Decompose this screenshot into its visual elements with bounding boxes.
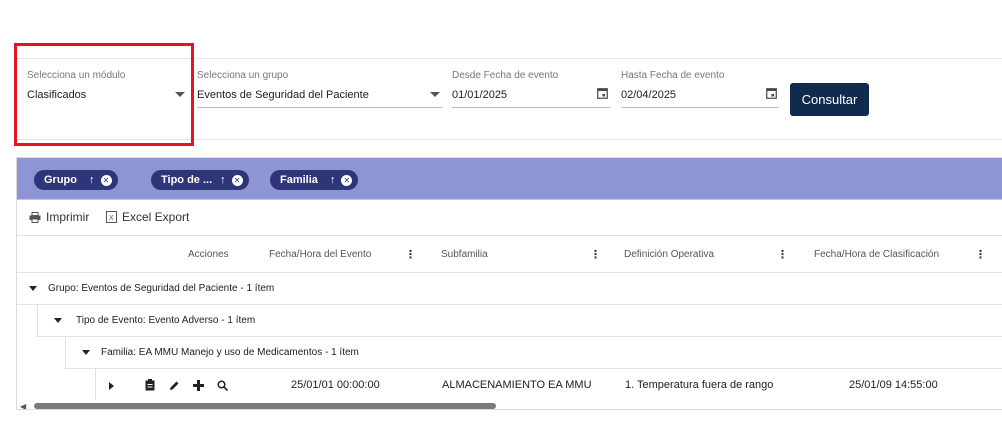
sort-up-icon[interactable]: ↑ <box>330 174 336 186</box>
group-row-level3[interactable]: Familia: EA MMU Manejo y uso de Medicame… <box>65 337 1002 369</box>
calendar-icon[interactable] <box>766 86 777 104</box>
clipboard-icon[interactable] <box>145 378 155 396</box>
group-row-level1[interactable]: Grupo: Eventos de Seguridad del Paciente… <box>17 273 1002 305</box>
chip-label: Grupo <box>44 174 77 186</box>
from-date-label: Desde Fecha de evento <box>452 70 559 81</box>
collapse-icon[interactable] <box>82 350 90 355</box>
remove-icon[interactable]: ✕ <box>341 174 353 186</box>
group-select-label: Selecciona un grupo <box>197 70 289 81</box>
from-date-underline <box>452 107 610 108</box>
chevron-down-icon[interactable] <box>175 92 185 97</box>
table-row[interactable]: 25/01/01 00:00:00 ALMACENAMIENTO EA MMU … <box>95 369 1002 400</box>
grid-toolbar: Imprimir X Excel Export <box>17 200 1002 236</box>
grid-header: Acciones Fecha/Hora del Evento ⋮ Subfami… <box>17 236 1002 273</box>
group-row-level2[interactable]: Tipo de Evento: Evento Adverso - 1 ítem <box>37 305 1002 337</box>
calendar-icon[interactable] <box>597 86 608 104</box>
chip-label: Tipo de ... <box>161 174 213 186</box>
chip-label: Familia <box>280 174 318 186</box>
from-date-value: 01/01/2025 <box>452 89 508 101</box>
column-header-subfamilia[interactable]: Subfamilia <box>441 249 488 260</box>
group-select-value: Eventos de Seguridad del Paciente <box>197 89 369 101</box>
column-header-fecha-evento[interactable]: Fecha/Hora del Evento <box>269 249 371 260</box>
scroll-left-icon[interactable]: ◀ <box>20 402 26 409</box>
group-row-label: Tipo de Evento: Evento Adverso - 1 ítem <box>76 315 256 326</box>
module-select[interactable]: Selecciona un módulo Clasificados <box>27 59 187 111</box>
column-menu-icon[interactable]: ⋮ <box>975 248 986 261</box>
to-date-label: Hasta Fecha de evento <box>621 70 725 81</box>
expand-row-icon[interactable] <box>108 378 115 396</box>
data-grid: Grupo ↑ ✕ Tipo de ... ↑ ✕ Familia ↑ ✕ Im… <box>16 157 1002 410</box>
sort-up-icon[interactable]: ↑ <box>220 174 226 186</box>
column-header-definicion[interactable]: Definición Operativa <box>624 249 714 260</box>
from-date-field[interactable]: Desde Fecha de evento 01/01/2025 <box>452 59 610 111</box>
collapse-icon[interactable] <box>54 318 62 323</box>
remove-icon[interactable]: ✕ <box>231 174 243 186</box>
edit-pencil-icon[interactable] <box>169 378 180 396</box>
sort-up-icon[interactable]: ↑ <box>89 174 95 186</box>
cell-subfamilia: ALMACENAMIENTO EA MMU <box>442 379 592 391</box>
group-select[interactable]: Selecciona un grupo Eventos de Seguridad… <box>197 59 442 111</box>
group-chip-tipo[interactable]: Tipo de ... ↑ ✕ <box>151 170 249 190</box>
to-date-value: 02/04/2025 <box>621 89 677 101</box>
excel-export-button[interactable]: X Excel Export <box>106 210 189 224</box>
collapse-icon[interactable] <box>29 286 37 291</box>
group-chip-grupo[interactable]: Grupo ↑ ✕ <box>34 170 118 190</box>
column-menu-icon[interactable]: ⋮ <box>590 248 601 261</box>
chevron-down-icon[interactable] <box>430 92 440 97</box>
excel-icon: X <box>106 211 117 223</box>
add-icon[interactable] <box>193 378 204 396</box>
remove-icon[interactable]: ✕ <box>100 174 112 186</box>
group-row-label: Grupo: Eventos de Seguridad del Paciente… <box>48 283 275 294</box>
group-chip-familia[interactable]: Familia ↑ ✕ <box>270 170 359 190</box>
svg-text:X: X <box>109 215 114 222</box>
module-select-label: Selecciona un módulo <box>27 70 126 81</box>
print-label: Imprimir <box>46 210 90 224</box>
scroll-thumb[interactable] <box>34 403 496 409</box>
module-select-value: Clasificados <box>27 89 87 101</box>
excel-label: Excel Export <box>122 210 190 224</box>
group-row-label: Familia: EA MMU Manejo y uso de Medicame… <box>101 347 359 358</box>
cell-definicion: 1. Temperatura fuera de rango <box>625 379 774 391</box>
group-select-underline <box>197 107 442 108</box>
column-menu-icon[interactable]: ⋮ <box>405 248 416 261</box>
cell-fecha-clasificacion: 25/01/09 14:55:00 <box>849 379 938 391</box>
consultar-button[interactable]: Consultar <box>790 83 869 116</box>
group-panel: Grupo ↑ ✕ Tipo de ... ↑ ✕ Familia ↑ ✕ <box>17 158 1002 200</box>
cell-fecha-evento: 25/01/01 00:00:00 <box>291 379 380 391</box>
search-icon[interactable] <box>217 378 229 396</box>
to-date-field[interactable]: Hasta Fecha de evento 02/04/2025 <box>621 59 779 111</box>
to-date-underline <box>621 107 779 108</box>
print-button[interactable]: Imprimir <box>29 210 89 224</box>
horizontal-scrollbar[interactable]: ◀ <box>17 401 1002 409</box>
printer-icon <box>29 211 41 223</box>
column-menu-icon[interactable]: ⋮ <box>777 248 788 261</box>
column-header-fecha-clasificacion[interactable]: Fecha/Hora de Clasificación <box>814 249 939 260</box>
column-header-acciones[interactable]: Acciones <box>188 249 229 260</box>
